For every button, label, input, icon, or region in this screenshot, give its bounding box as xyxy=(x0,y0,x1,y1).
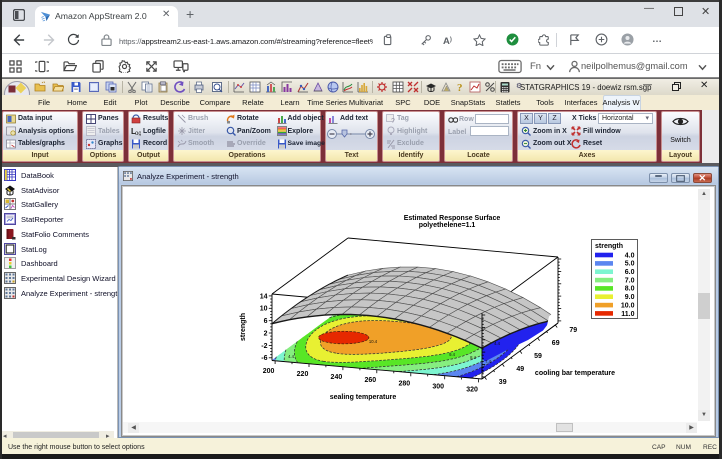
svg-text:-2: -2 xyxy=(261,343,267,350)
svg-text:14: 14 xyxy=(260,293,268,300)
svg-text:79: 79 xyxy=(569,327,577,334)
svg-text:11.0: 11.0 xyxy=(621,311,634,318)
svg-text:5.0: 5.0 xyxy=(625,261,635,268)
svg-text:220: 220 xyxy=(297,371,309,378)
svg-text:-6: -6 xyxy=(261,355,267,362)
svg-text:polyethelene=1.1: polyethelene=1.1 xyxy=(419,222,476,229)
svg-text:320: 320 xyxy=(466,386,478,393)
svg-text:39: 39 xyxy=(499,379,507,386)
svg-text:280: 280 xyxy=(398,380,410,387)
svg-text:8.0: 8.0 xyxy=(625,286,635,293)
svg-text:7.4: 7.4 xyxy=(485,359,491,364)
svg-text:49: 49 xyxy=(516,366,524,373)
svg-text:9.4: 9.4 xyxy=(449,352,455,357)
svg-text:59: 59 xyxy=(534,353,542,360)
svg-text:sealing temperature: sealing temperature xyxy=(330,394,397,401)
svg-text:9.0: 9.0 xyxy=(625,294,635,301)
svg-text:240: 240 xyxy=(331,374,343,381)
svg-text:10.0: 10.0 xyxy=(621,302,635,309)
svg-text:8.4: 8.4 xyxy=(470,355,476,360)
svg-text:cooling bar temperature: cooling bar temperature xyxy=(535,370,615,377)
svg-text:200: 200 xyxy=(263,368,275,375)
svg-text:4.4: 4.4 xyxy=(494,341,500,346)
svg-text:strength: strength xyxy=(240,313,247,341)
svg-text:strength: strength xyxy=(595,243,623,250)
svg-text:4.0: 4.0 xyxy=(625,252,635,259)
svg-text:2: 2 xyxy=(264,330,268,337)
svg-text:4.4: 4.4 xyxy=(288,354,294,359)
svg-text:Estimated Response Surface: Estimated Response Surface xyxy=(404,215,501,222)
svg-text:260: 260 xyxy=(364,377,376,384)
svg-text:6.0: 6.0 xyxy=(625,269,635,276)
svg-text:69: 69 xyxy=(552,340,560,347)
svg-text:10.4: 10.4 xyxy=(369,339,378,344)
svg-text:300: 300 xyxy=(432,383,444,390)
svg-text:10: 10 xyxy=(260,306,268,313)
svg-text:6: 6 xyxy=(264,318,268,325)
svg-text:7.0: 7.0 xyxy=(625,277,635,284)
